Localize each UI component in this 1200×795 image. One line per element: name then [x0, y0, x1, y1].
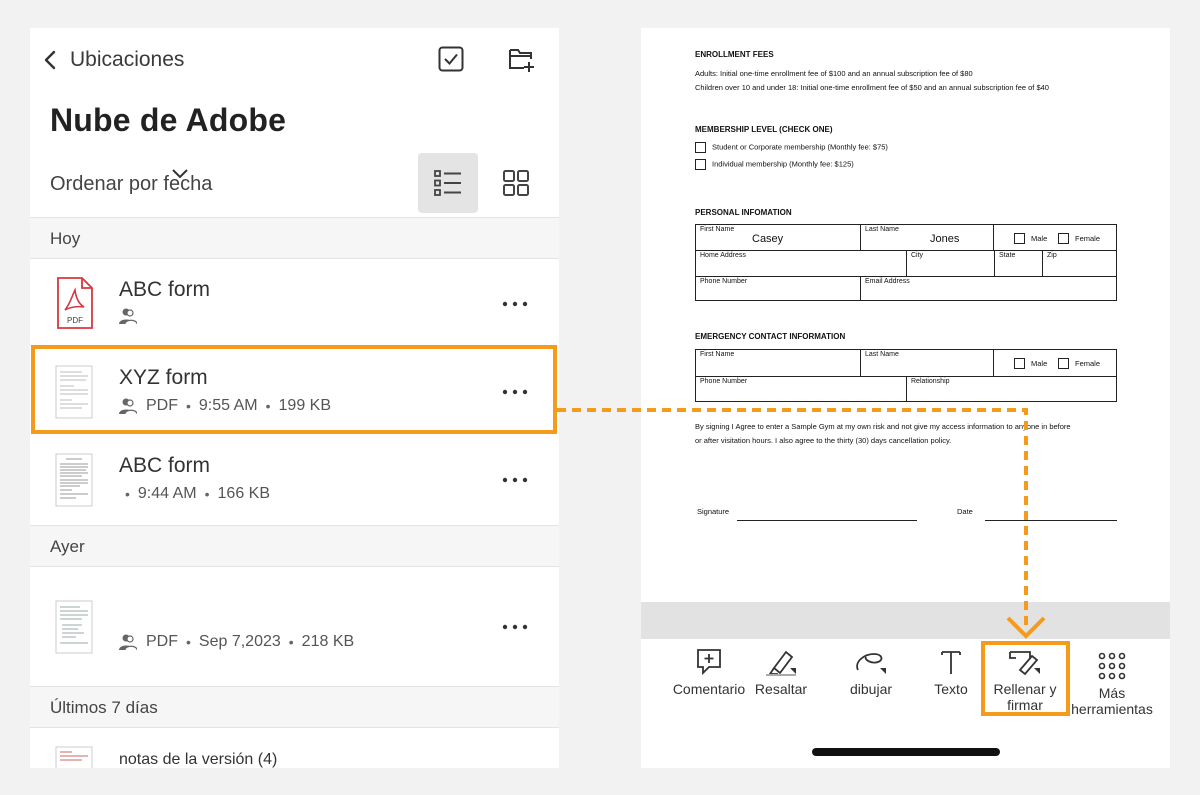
connector-arrow — [557, 408, 1046, 639]
